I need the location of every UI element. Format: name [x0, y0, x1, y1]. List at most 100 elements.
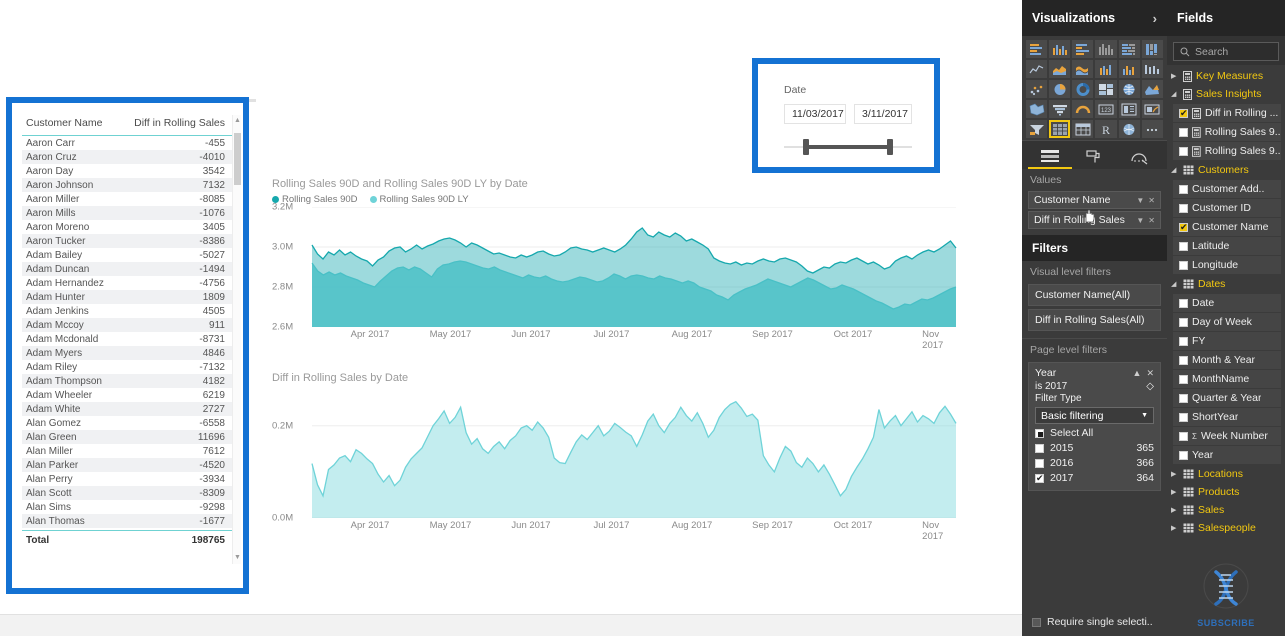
fields-field-node[interactable]: Rolling Sales 9... [1173, 142, 1281, 160]
table-row[interactable]: Adam Hunter 1809 [22, 290, 237, 304]
checkbox-field[interactable] [1179, 431, 1188, 441]
table-row[interactable]: Alan Gomez -6558 [22, 416, 237, 430]
values-field-list[interactable]: Customer Name ▼ ✕ Diff in Rolling Sales ▼ ✕ [1022, 191, 1167, 229]
fields-table-node[interactable]: ▶ Key Measures [1167, 67, 1285, 85]
table-row[interactable]: Adam Mccoy 911 [22, 318, 237, 332]
tab-analytics[interactable] [1117, 145, 1161, 169]
table-row[interactable]: Aaron Moreno 3405 [22, 220, 237, 234]
table-row[interactable]: Adam Bailey -5027 [22, 248, 237, 262]
checkbox-field[interactable] [1179, 355, 1188, 365]
table-row[interactable]: Adam White 2727 [22, 402, 237, 416]
fields-tree[interactable]: ▶ Key Measures ◢ Sales Insights Diff in Roll… [1167, 65, 1285, 537]
fields-field-node[interactable]: FY [1173, 332, 1281, 350]
year-filter-item[interactable]: 2017 364 [1035, 472, 1154, 484]
slicer-icon[interactable] [1026, 120, 1048, 138]
kpi-icon[interactable] [1141, 100, 1163, 118]
remove-field-icon[interactable]: ✕ [1148, 216, 1155, 225]
table-row[interactable]: Alan Green 11696 [22, 430, 237, 444]
fields-table-node[interactable]: ◢ Sales Insights [1167, 85, 1285, 103]
line-and-clustered-column-chart-icon[interactable] [1118, 60, 1140, 78]
triangle-down-icon[interactable]: ◢ [1171, 280, 1179, 288]
filter-type-dropdown[interactable]: Basic filtering ▼ [1035, 407, 1154, 424]
page-filter-card-year[interactable]: Year ▲ ✕ is 2017 ◇ Filter Type Basic fil… [1028, 362, 1161, 491]
clustered-column-chart-icon[interactable] [1095, 40, 1117, 58]
stacked-column-chart-icon[interactable] [1049, 40, 1071, 58]
column-header-customer-name[interactable]: Customer Name [26, 117, 121, 129]
checkbox-field[interactable] [1179, 393, 1188, 403]
checkbox-field[interactable] [1179, 241, 1188, 251]
gauge-chart-icon[interactable] [1072, 100, 1094, 118]
column-header-diff-rolling-sales[interactable]: Diff in Rolling Sales [121, 117, 225, 129]
fields-search-box[interactable]: Search [1173, 42, 1279, 61]
table-row[interactable]: Adam Thompson 4182 [22, 374, 237, 388]
checkbox-field[interactable] [1179, 298, 1188, 308]
checkbox-field[interactable] [1179, 203, 1188, 213]
chart2-plot-area[interactable]: 0.0M 0.2M [272, 398, 962, 524]
fields-field-node[interactable]: Latitude [1173, 237, 1281, 255]
slicer-range-track[interactable] [784, 138, 912, 156]
table-row[interactable]: Aaron Cruz -4010 [22, 150, 237, 164]
line-and-stacked-column-chart-icon[interactable] [1095, 60, 1117, 78]
checkbox-select-all[interactable] [1035, 428, 1044, 438]
table-row[interactable]: Adam Duncan -1494 [22, 262, 237, 276]
table-row[interactable]: Adam Myers 4846 [22, 346, 237, 360]
line-chart-icon[interactable] [1026, 60, 1048, 78]
fields-field-node[interactable]: Date [1173, 294, 1281, 312]
checkbox-field[interactable] [1179, 184, 1188, 194]
visual-level-filter-card[interactable]: Customer Name(All) [1028, 284, 1161, 306]
fields-field-node[interactable]: Quarter & Year [1173, 389, 1281, 407]
fields-field-node[interactable]: ShortYear [1173, 408, 1281, 426]
slicer-handle-right[interactable] [887, 139, 893, 155]
filter-item-select-all[interactable]: Select All [1035, 427, 1154, 439]
fields-field-node[interactable]: Customer Add.. [1173, 180, 1281, 198]
scatter-chart-icon[interactable] [1026, 80, 1048, 98]
checkbox-field[interactable] [1179, 260, 1188, 270]
checkbox-field[interactable] [1179, 107, 1188, 119]
fields-table-node[interactable]: ◢ Customers [1167, 161, 1285, 179]
fields-field-node[interactable]: Σ Week Number [1173, 427, 1281, 445]
fields-table-node[interactable]: ▶ Locations [1167, 465, 1285, 483]
fields-field-node[interactable]: MonthName [1173, 370, 1281, 388]
table-row[interactable]: Alan Sims -9298 [22, 500, 237, 514]
table-row[interactable]: Alan Scott -8309 [22, 486, 237, 500]
fields-field-node[interactable]: Customer Name [1173, 218, 1281, 236]
eraser-icon[interactable]: ◇ [1146, 381, 1154, 392]
slicer-start-date-input[interactable]: 11/03/2017 [784, 104, 846, 124]
checkbox-field[interactable] [1179, 450, 1188, 460]
fields-field-node[interactable]: Month & Year [1173, 351, 1281, 369]
scroll-down-icon[interactable]: ▼ [234, 554, 241, 562]
visual-level-filter-list[interactable]: Customer Name(All) Diff in Rolling Sales(… [1022, 284, 1167, 331]
visual-level-filter-card[interactable]: Diff in Rolling Sales(All) [1028, 309, 1161, 331]
table-row[interactable]: Aaron Mills -1076 [22, 206, 237, 220]
date-slicer-visual[interactable]: Date 11/03/2017 3/11/2017 [752, 58, 940, 173]
more-options-icon[interactable] [1141, 120, 1163, 138]
table-row[interactable]: Aaron Tucker -8386 [22, 234, 237, 248]
map-icon[interactable] [1118, 80, 1140, 98]
fields-field-node[interactable]: Customer ID [1173, 199, 1281, 217]
table-row[interactable]: Alan Thomas -1677 [22, 514, 237, 528]
triangle-right-icon[interactable]: ▶ [1171, 506, 1179, 514]
area-chart-icon[interactable] [1049, 60, 1071, 78]
table-row[interactable]: Adam Riley -7132 [22, 360, 237, 374]
table-row[interactable]: Alan Parker -4520 [22, 458, 237, 472]
clustered-bar-chart-icon[interactable] [1072, 40, 1094, 58]
chevron-down-icon[interactable]: ▼ [1136, 196, 1144, 205]
table-row[interactable]: Aaron Johnson 7132 [22, 178, 237, 192]
diff-rolling-sales-area-chart[interactable]: Diff in Rolling Sales by Date 0.0M 0.2M A… [272, 372, 962, 542]
donut-chart-icon[interactable] [1072, 80, 1094, 98]
customer-table-visual[interactable]: Customer Name Diff in Rolling Sales Aaro… [6, 97, 249, 594]
100-stacked-column-chart-icon[interactable] [1141, 40, 1163, 58]
checkbox-field[interactable] [1179, 221, 1188, 233]
year-filter-items[interactable]: 2015 365 2016 366 2017 364 [1035, 442, 1154, 484]
shape-map-icon[interactable] [1026, 100, 1048, 118]
checkbox-field[interactable] [1179, 374, 1188, 384]
r-script-visual-icon[interactable]: R [1095, 120, 1117, 138]
triangle-right-icon[interactable]: ▶ [1171, 524, 1179, 532]
year-filter-item[interactable]: 2016 366 [1035, 457, 1154, 469]
python-visual-icon[interactable] [1118, 120, 1140, 138]
fields-table-node[interactable]: ▶ Salespeople [1167, 519, 1285, 537]
checkbox-field[interactable] [1179, 412, 1188, 422]
checkbox-year[interactable] [1035, 443, 1044, 453]
table-row[interactable]: Aaron Miller -8085 [22, 192, 237, 206]
treemap-icon[interactable] [1095, 80, 1117, 98]
